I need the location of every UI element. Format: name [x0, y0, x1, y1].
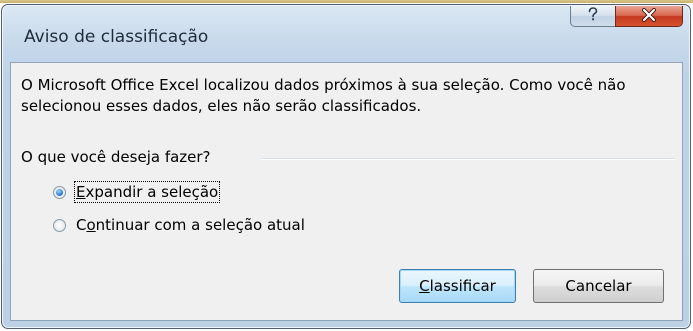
top-edge-strip: [0, 0, 693, 3]
dialog-title: Aviso de classificação: [24, 27, 209, 47]
warning-message: O Microsoft Office Excel localizou dados…: [21, 76, 626, 115]
sort-button-label: lassificar: [429, 277, 496, 295]
sort-button[interactable]: Classificar: [399, 269, 516, 303]
help-icon: [586, 6, 600, 26]
title-bar[interactable]: Aviso de classificação: [2, 5, 690, 61]
close-icon: [641, 7, 657, 26]
option-continue-label[interactable]: Continuar com a seleção atual: [76, 216, 305, 234]
group-divider: [261, 158, 675, 160]
option-expand-label[interactable]: Expandir a seleção: [73, 181, 221, 203]
cancel-button[interactable]: Cancelar: [533, 269, 664, 303]
option-expand-selection[interactable]: Expandir a seleção: [53, 181, 221, 203]
close-button[interactable]: [615, 6, 683, 27]
cancel-button-label: Cancelar: [565, 277, 632, 295]
option-continue-selection[interactable]: Continuar com a seleção atual: [53, 216, 305, 234]
sort-warning-dialog: Aviso de classificação O Microsoft Offic…: [1, 4, 691, 329]
help-button[interactable]: [570, 6, 616, 27]
radio-expand-selection[interactable]: [53, 185, 66, 199]
dialog-body: O Microsoft Office Excel localizou dados…: [10, 62, 683, 321]
radio-continue-selection[interactable]: [53, 218, 66, 232]
question-label: O que você deseja fazer?: [21, 148, 211, 166]
sort-button-accel: C: [419, 277, 430, 295]
